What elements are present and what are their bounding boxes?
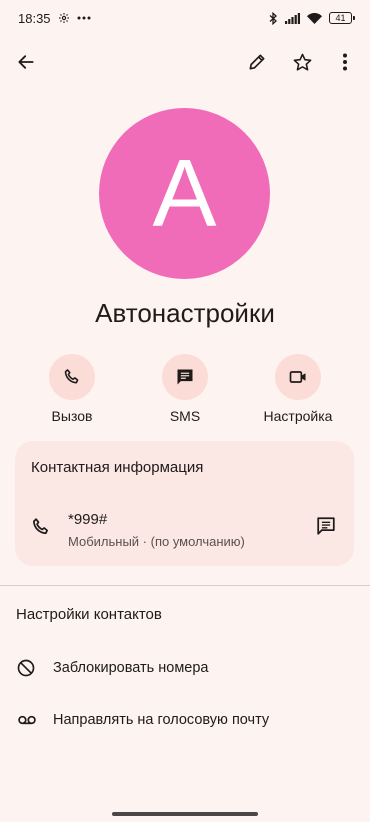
route-voicemail-row[interactable]: Направлять на голосовую почту — [0, 700, 370, 740]
status-time: 18:35 — [18, 10, 51, 26]
call-action-circle[interactable] — [49, 354, 95, 400]
edit-button[interactable] — [239, 44, 275, 80]
more-vert-icon — [343, 53, 347, 71]
star-outline-icon — [293, 53, 311, 71]
favorite-button[interactable] — [284, 44, 320, 80]
block-numbers-label: Заблокировать номера — [53, 660, 209, 676]
status-left: 18:35 — [18, 11, 91, 26]
signal-icon — [285, 12, 300, 24]
video-setup-action[interactable]: Настройка — [248, 354, 348, 424]
sms-action-circle[interactable] — [162, 354, 208, 400]
call-action[interactable]: Вызов — [22, 354, 122, 424]
sms-action-label: SMS — [169, 408, 201, 424]
phone-number[interactable]: *999# — [68, 511, 107, 528]
contact-info-card: Контактная информация *999# Мобильный · … — [15, 441, 354, 566]
section-divider — [0, 585, 370, 586]
contact-name: Автонастройки — [95, 298, 275, 328]
back-button[interactable] — [8, 44, 44, 80]
arrow-back-icon — [18, 55, 34, 69]
contact-avatar: A — [99, 108, 270, 279]
phone-icon[interactable] — [30, 516, 52, 543]
video-setup-action-label: Настройка — [263, 408, 333, 424]
message-icon[interactable] — [315, 515, 337, 542]
quick-actions: Вызов SMS Настройка — [0, 354, 370, 430]
contact-info-title: Контактная информация — [31, 459, 204, 476]
status-right: 41 — [269, 11, 355, 25]
block-icon — [16, 658, 36, 683]
block-numbers-row[interactable]: Заблокировать номера — [0, 648, 370, 688]
video-setup-action-circle[interactable] — [275, 354, 321, 400]
message-icon — [177, 369, 193, 385]
bluetooth-icon — [269, 11, 278, 25]
pencil-icon — [249, 54, 265, 70]
battery-indicator: 41 — [329, 12, 355, 24]
voicemail-icon — [16, 710, 38, 735]
wifi-icon — [307, 12, 322, 24]
phone-icon — [64, 369, 79, 384]
more-notifications-icon — [77, 16, 91, 20]
settings-gear-icon — [58, 12, 70, 24]
top-app-bar — [0, 40, 370, 84]
gesture-nav-handle[interactable] — [112, 812, 258, 816]
video-icon — [289, 371, 306, 383]
more-options-button[interactable] — [327, 44, 363, 80]
status-bar: 18:35 41 — [0, 0, 370, 36]
contact-settings-title: Настройки контактов — [16, 606, 162, 623]
sms-action[interactable]: SMS — [135, 354, 235, 424]
phone-number-type: Мобильный · (по умолчанию) — [68, 534, 245, 549]
route-voicemail-label: Направлять на голосовую почту — [53, 712, 270, 728]
call-action-label: Вызов — [51, 408, 93, 424]
